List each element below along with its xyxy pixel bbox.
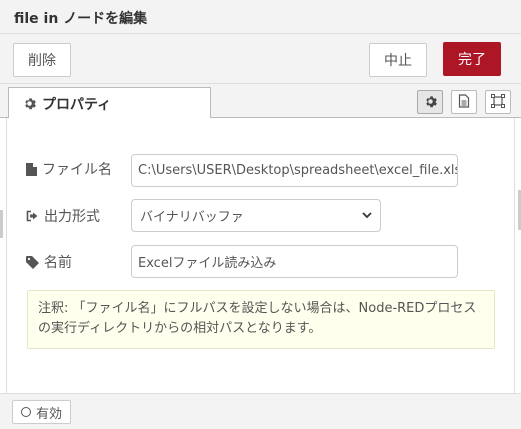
filename-label-text: ファイル名 [42, 162, 112, 178]
tag-icon [26, 255, 39, 269]
tab-properties-label: プロパティ [42, 96, 112, 113]
format-select[interactable]: バイナリバッファ [131, 199, 381, 232]
description-tab-button[interactable] [451, 90, 477, 114]
done-button[interactable]: 完了 [443, 42, 501, 76]
gear-icon [23, 97, 36, 110]
name-label: 名前 [26, 252, 72, 272]
format-selected-value: バイナリバッファ [140, 210, 244, 225]
tray-title: file in ノードを編集 [14, 11, 148, 27]
format-label-text: 出力形式 [44, 209, 100, 225]
gear-icon [424, 93, 437, 112]
format-label: 出力形式 [26, 206, 100, 226]
tab-properties[interactable]: プロパティ [8, 87, 211, 119]
file-icon [26, 162, 37, 176]
document-icon [458, 93, 470, 112]
enabled-label: 有効 [36, 406, 63, 422]
cancel-button[interactable]: 中止 [369, 43, 427, 77]
edit-tray: file in ノードを編集 削除 中止 完了 プロパティ ファイル名 C:\U… [0, 0, 521, 429]
tray-header: file in ノードを編集 [0, 0, 521, 34]
node-properties-tab-button[interactable] [417, 90, 443, 114]
delete-button[interactable]: 削除 [13, 43, 71, 77]
frame-icon [491, 93, 505, 112]
sign-out-icon [26, 210, 39, 222]
enabled-toggle-button[interactable]: 有効 [12, 400, 72, 424]
chevron-down-icon [362, 208, 372, 223]
form-tip: 注釈: 「ファイル名」にフルパスを設定しない場合は、Node-REDプロセスの実… [27, 290, 495, 349]
tray-footer [0, 393, 521, 429]
name-input[interactable]: Excelファイル読み込み [131, 245, 458, 278]
filename-label: ファイル名 [26, 159, 112, 179]
filename-input[interactable]: C:\Users\USER\Desktop\spreadsheet\excel_… [131, 154, 458, 187]
circle-icon [21, 407, 31, 417]
name-label-text: 名前 [44, 255, 72, 271]
appearance-tab-button[interactable] [485, 90, 511, 114]
left-resize-handle[interactable] [0, 210, 3, 238]
